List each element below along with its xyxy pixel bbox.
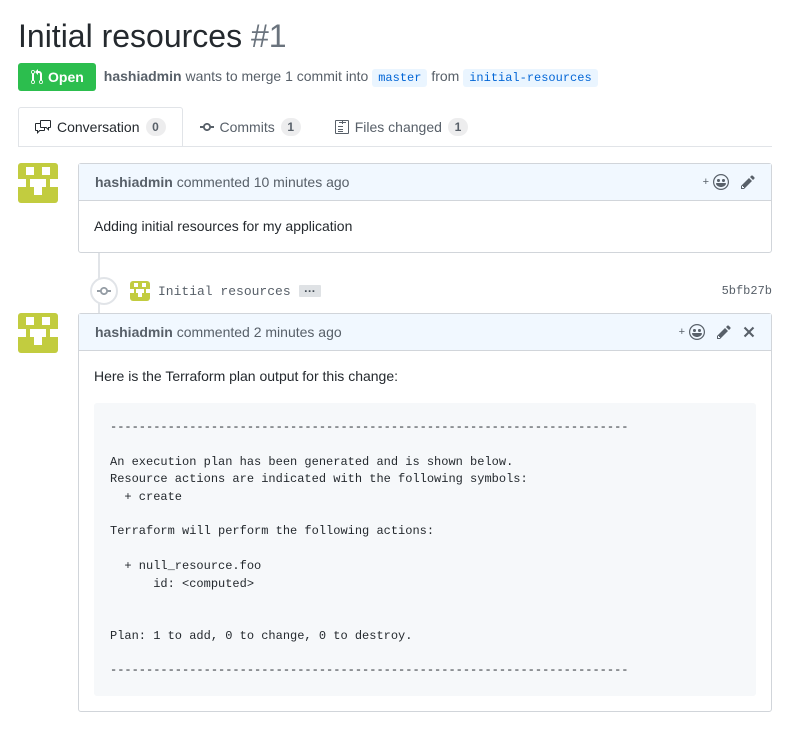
git-commit-icon — [200, 119, 214, 135]
head-branch[interactable]: initial-resources — [463, 69, 597, 87]
state-label: Open — [48, 69, 84, 85]
tabnav: Conversation 0 Commits 1 Files changed 1 — [18, 107, 772, 147]
pencil-icon[interactable] — [741, 174, 755, 190]
comment-header: hashiadmin commented 10 minutes ago + — [79, 164, 771, 201]
pr-number: #1 — [251, 18, 287, 54]
add-reaction-plus: + — [703, 176, 709, 188]
commit-badge — [90, 277, 118, 305]
comment-author[interactable]: hashiadmin — [95, 324, 173, 340]
git-commit-icon — [97, 283, 111, 299]
base-branch[interactable]: master — [372, 69, 427, 87]
state-badge-open: Open — [18, 63, 96, 91]
add-reaction-plus: + — [679, 326, 685, 338]
pr-author[interactable]: hashiadmin — [104, 68, 182, 84]
tab-files[interactable]: Files changed 1 — [318, 107, 485, 146]
comment-timestamp: commented 10 minutes ago — [177, 174, 350, 190]
file-diff-icon — [335, 119, 349, 135]
timeline-comment: hashiadmin commented 10 minutes ago + Ad… — [18, 163, 772, 253]
tab-conversation-count: 0 — [146, 118, 166, 136]
tab-files-count: 1 — [448, 118, 468, 136]
timeline: hashiadmin commented 10 minutes ago + Ad… — [18, 163, 772, 712]
comment-body: Adding initial resources for my applicat… — [79, 201, 771, 252]
timeline-comment: hashiadmin commented 2 minutes ago + Her… — [18, 313, 772, 712]
commit-sha[interactable]: 5bfb27b — [722, 284, 772, 298]
pr-title-text: Initial resources — [18, 18, 242, 54]
avatar[interactable] — [18, 163, 58, 203]
comment-author[interactable]: hashiadmin — [95, 174, 173, 190]
comment-box: hashiadmin commented 10 minutes ago + Ad… — [78, 163, 772, 253]
smiley-icon[interactable] — [713, 174, 729, 190]
git-pull-request-icon — [30, 69, 44, 85]
tab-commits[interactable]: Commits 1 — [183, 107, 318, 146]
comment-discussion-icon — [35, 119, 51, 135]
code-block: ----------------------------------------… — [94, 403, 756, 696]
avatar[interactable] — [18, 313, 58, 353]
ellipsis-expander[interactable]: … — [299, 285, 321, 297]
avatar[interactable] — [130, 281, 150, 301]
tab-conversation-label: Conversation — [57, 119, 140, 135]
close-icon[interactable] — [743, 324, 755, 340]
timeline-commit: Initial resources … 5bfb27b — [78, 269, 772, 313]
comment-intro: Here is the Terraform plan output for th… — [94, 366, 756, 387]
tab-commits-count: 1 — [281, 118, 301, 136]
comment-box: hashiadmin commented 2 minutes ago + Her… — [78, 313, 772, 712]
pencil-icon[interactable] — [717, 324, 731, 340]
tab-conversation[interactable]: Conversation 0 — [18, 107, 183, 146]
tab-files-label: Files changed — [355, 119, 442, 135]
comment-body: Here is the Terraform plan output for th… — [79, 351, 771, 711]
tab-commits-label: Commits — [220, 119, 275, 135]
commit-title[interactable]: Initial resources — [158, 284, 291, 299]
smiley-icon[interactable] — [689, 324, 705, 340]
merge-description: hashiadmin wants to merge 1 commit into … — [104, 68, 598, 87]
comment-timestamp: commented 2 minutes ago — [177, 324, 342, 340]
pr-title: Initial resources #1 — [18, 18, 772, 55]
pr-meta-row: Open hashiadmin wants to merge 1 commit … — [18, 63, 772, 91]
comment-header: hashiadmin commented 2 minutes ago + — [79, 314, 771, 351]
